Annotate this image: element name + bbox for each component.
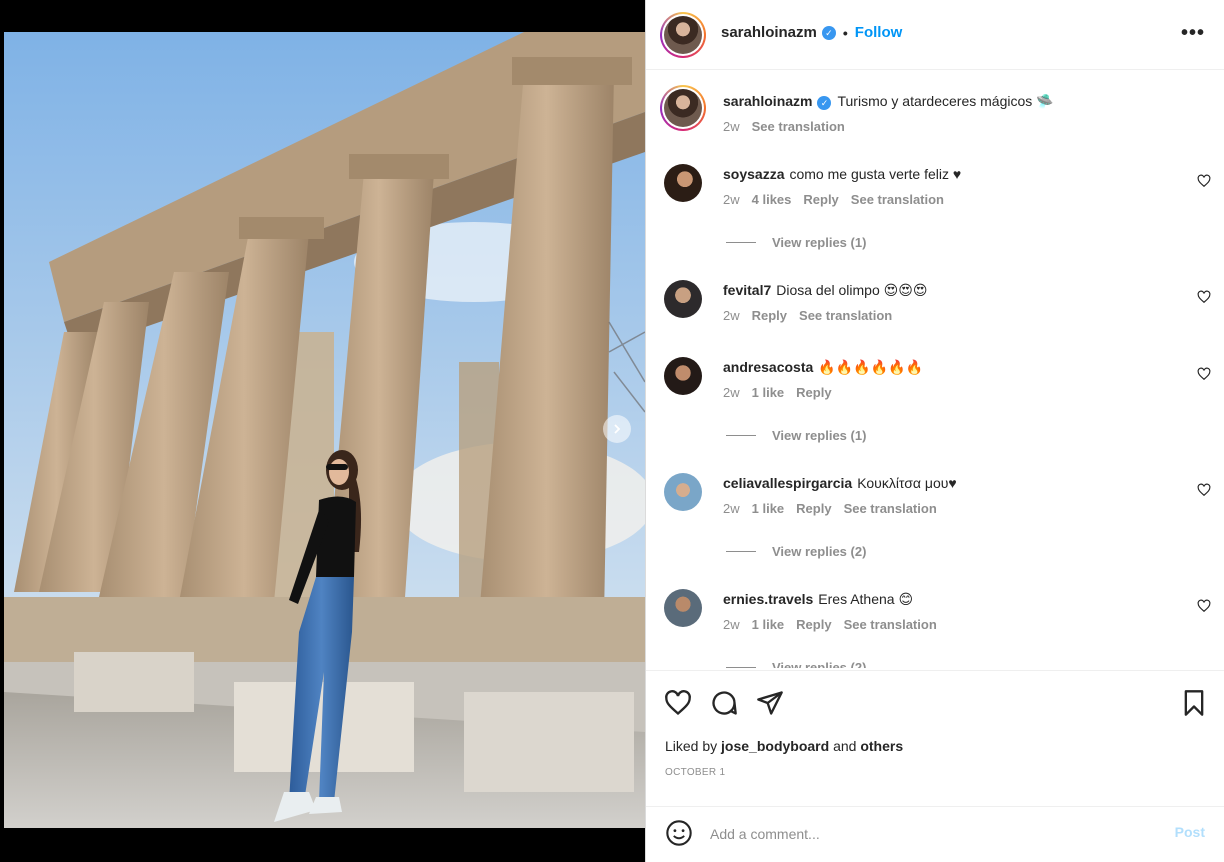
comment-likes[interactable]: 1 like — [752, 617, 785, 632]
reply-button[interactable]: Reply — [752, 308, 787, 323]
comment-text: 🔥🔥🔥🔥🔥🔥 — [818, 359, 923, 375]
comment-username[interactable]: soysazza — [723, 166, 784, 182]
caption-see-translation[interactable]: See translation — [752, 119, 845, 134]
post-actions: Liked by jose_bodyboard and others OCTOB… — [646, 670, 1224, 806]
comment-time[interactable]: 2w — [723, 385, 740, 400]
emoji-icon[interactable] — [665, 819, 693, 847]
post-date[interactable]: OCTOBER 1 — [665, 767, 725, 778]
caption-username[interactable]: sarahloinazm — [723, 93, 812, 109]
caption-time[interactable]: 2w — [723, 119, 740, 134]
next-photo-button[interactable] — [603, 415, 631, 443]
caption: sarahloinazm ✓ Turismo y atardeceres mágic… — [646, 85, 1224, 155]
view-replies-button[interactable]: View replies (2) — [726, 660, 866, 668]
comments-list[interactable]: sarahloinazm ✓ Turismo y atardeceres mágic… — [646, 71, 1224, 668]
comment-username[interactable]: andresacosta — [723, 359, 813, 375]
commenter-avatar[interactable] — [664, 357, 702, 395]
next-arrow-icon — [614, 424, 621, 434]
view-replies-button[interactable]: View replies (2) — [726, 544, 866, 559]
liked-by-text: Liked by jose_bodyboard and others — [665, 738, 903, 754]
reply-button[interactable]: Reply — [796, 385, 831, 400]
view-replies-button[interactable]: View replies (1) — [726, 235, 866, 250]
view-replies-label: View replies (1) — [772, 235, 867, 250]
comment-likes[interactable]: 1 like — [752, 501, 785, 516]
comment-likes[interactable]: 4 likes — [752, 192, 792, 207]
comment-time[interactable]: 2w — [723, 617, 740, 632]
see-translation-button[interactable]: See translation — [851, 192, 944, 207]
liked-by-prefix: Liked by — [665, 738, 718, 754]
parthenon-photo — [4, 32, 645, 828]
comment-text: Eres Athena 😊 — [818, 591, 914, 607]
comment-time[interactable]: 2w — [723, 501, 740, 516]
heart-icon[interactable] — [1197, 174, 1211, 188]
view-replies-label: View replies (2) — [772, 544, 867, 559]
follow-button[interactable]: Follow — [855, 24, 903, 41]
comment-username[interactable]: fevital7 — [723, 282, 771, 298]
see-translation-button[interactable]: See translation — [844, 617, 937, 632]
comment-time[interactable]: 2w — [723, 308, 740, 323]
reply-button[interactable]: Reply — [803, 192, 838, 207]
header-user-row: sarahloinazm ✓ • Follow — [721, 24, 902, 41]
view-replies-label: View replies (2) — [772, 660, 867, 668]
comment-likes[interactable]: 1 like — [752, 385, 785, 400]
liked-by-suffix: and — [833, 738, 857, 754]
heart-icon[interactable] — [1197, 367, 1211, 381]
post-photo[interactable] — [4, 32, 645, 828]
comment-time[interactable]: 2w — [723, 192, 740, 207]
commenter-avatar[interactable] — [664, 589, 702, 627]
comment-username[interactable]: celiavallespirgarcia — [723, 475, 852, 491]
caption-text: Turismo y atardeceres mágicos 🛸 — [837, 93, 1054, 109]
comment-text: Κουκλίτσα μου♥ — [857, 475, 957, 491]
share-icon[interactable] — [756, 689, 784, 717]
heart-icon[interactable] — [1197, 290, 1211, 304]
post-media — [0, 0, 645, 862]
more-icon[interactable]: ••• — [1181, 22, 1205, 45]
commenter-avatar[interactable] — [664, 473, 702, 511]
separator-dot: • — [842, 24, 848, 41]
verified-icon: ✓ — [821, 25, 836, 40]
liked-by-user[interactable]: jose_bodyboard — [721, 738, 829, 754]
comment-text: como me gusta verte feliz ♥ — [789, 166, 962, 182]
see-translation-button[interactable]: See translation — [844, 501, 937, 516]
reply-button[interactable]: Reply — [796, 501, 831, 516]
post-header: sarahloinazm ✓ • Follow ••• — [646, 0, 1224, 70]
commenter-avatar[interactable] — [664, 280, 702, 318]
reply-button[interactable]: Reply — [796, 617, 831, 632]
view-replies-label: View replies (1) — [772, 428, 867, 443]
comment-username[interactable]: ernies.travels — [723, 591, 813, 607]
heart-icon[interactable] — [664, 689, 692, 717]
view-replies-button[interactable]: View replies (1) — [726, 428, 866, 443]
comment-input[interactable] — [710, 819, 1150, 849]
author-avatar[interactable] — [660, 12, 706, 58]
verified-icon: ✓ — [817, 96, 832, 110]
bookmark-icon[interactable] — [1180, 689, 1208, 717]
heart-icon[interactable] — [1197, 599, 1211, 613]
comment-icon[interactable] — [710, 689, 738, 717]
post-button[interactable]: Post — [1175, 824, 1205, 840]
comment-composer: Post — [646, 806, 1224, 862]
heart-icon[interactable] — [1197, 483, 1211, 497]
author-username[interactable]: sarahloinazm — [721, 24, 817, 41]
comment-text: Diosa del olimpo 😍😍😍 — [776, 282, 928, 298]
liked-by-others[interactable]: others — [860, 738, 903, 754]
caption-avatar[interactable] — [660, 85, 706, 131]
post-side-panel: sarahloinazm ✓ • Follow ••• sarahloinazm… — [645, 0, 1224, 862]
see-translation-button[interactable]: See translation — [799, 308, 892, 323]
commenter-avatar[interactable] — [664, 164, 702, 202]
